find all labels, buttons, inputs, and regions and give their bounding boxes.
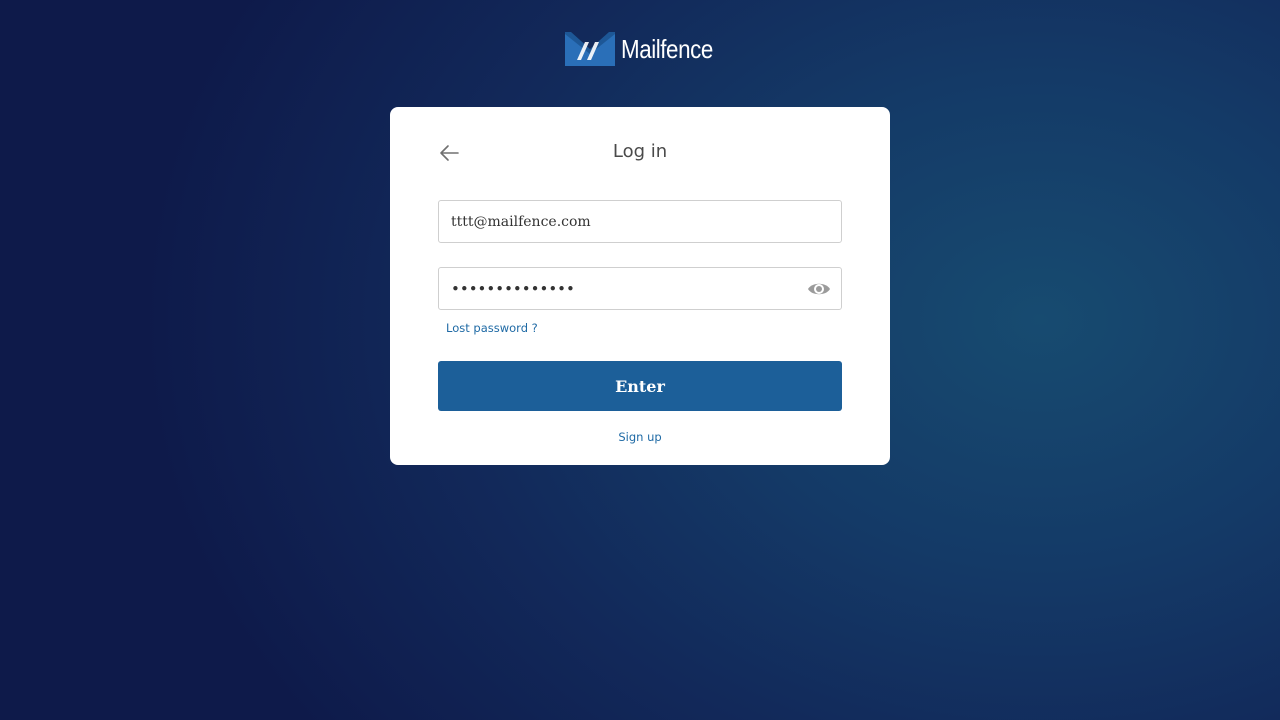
login-card: Log in Lost password ? Enter Sign up [390,107,890,465]
brand-name: Mailfence [621,34,713,64]
email-field[interactable] [439,201,791,242]
sign-up-link[interactable]: Sign up [390,430,890,444]
mailfence-envelope-logo-icon [565,32,615,66]
email-field-container [438,200,842,243]
lost-password-link[interactable]: Lost password ? [446,321,538,335]
password-field-container [438,267,842,310]
eye-icon[interactable] [807,278,831,300]
page-title: Log in [612,141,668,162]
enter-button[interactable]: Enter [438,361,842,411]
mailfence-logo: Mailfence [565,32,728,66]
password-field[interactable] [439,268,791,309]
